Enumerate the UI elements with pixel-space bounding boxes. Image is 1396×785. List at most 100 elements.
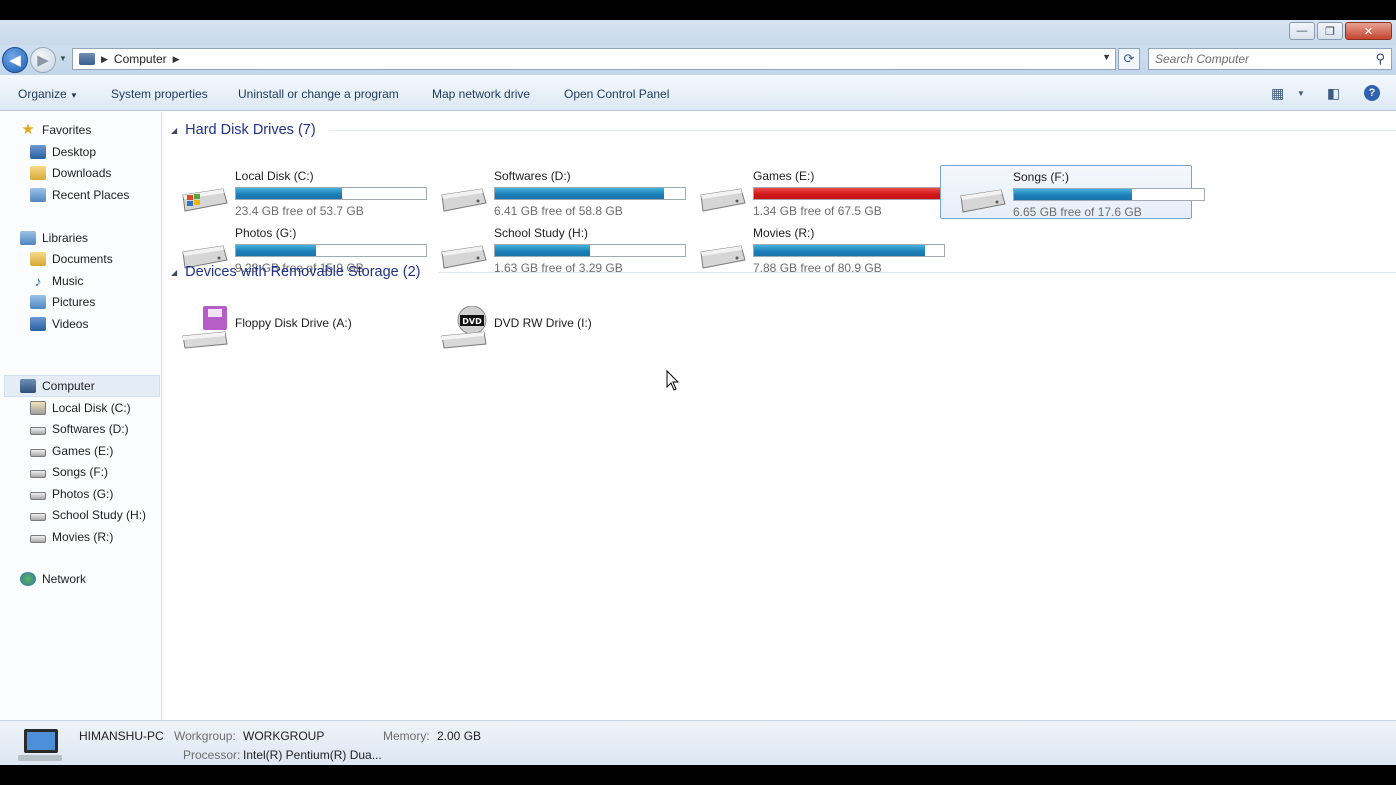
device-floppy-drive[interactable]: Floppy Disk Drive (A:) xyxy=(163,296,415,350)
maximize-button[interactable]: ❐ xyxy=(1317,22,1343,40)
nav-drive-f[interactable]: Songs (F:) xyxy=(30,462,108,482)
uninstall-program-button[interactable]: Uninstall or change a program xyxy=(238,87,399,101)
nav-libraries[interactable]: Libraries xyxy=(20,228,88,248)
nav-label: Pictures xyxy=(52,295,96,309)
minimize-button[interactable]: — xyxy=(1289,22,1315,40)
libraries-icon xyxy=(20,231,36,245)
computer-icon xyxy=(79,53,95,65)
address-bar[interactable]: ▶ Computer ▶ ▼ xyxy=(72,48,1116,70)
chevron-down-icon[interactable]: ▼ xyxy=(1297,89,1305,98)
drive-tile-h[interactable]: School Study (H:) 1.63 GB free of 3.29 GB xyxy=(422,222,686,276)
breadcrumb-separator-icon[interactable]: ▶ xyxy=(101,54,108,65)
back-arrow-icon: ◀ xyxy=(9,52,21,69)
forward-button[interactable]: ▶ xyxy=(30,47,56,73)
nav-drive-h[interactable]: School Study (H:) xyxy=(30,505,146,525)
computer-icon xyxy=(20,379,36,393)
nav-label: Local Disk (C:) xyxy=(52,401,131,415)
nav-computer[interactable]: Computer xyxy=(20,376,95,396)
music-icon: ♪ xyxy=(34,273,42,289)
group-title: Hard Disk Drives (7) xyxy=(185,122,316,138)
nav-videos[interactable]: Videos xyxy=(30,314,88,334)
open-control-panel-button[interactable]: Open Control Panel xyxy=(564,87,669,101)
address-dropdown-icon[interactable]: ▼ xyxy=(1102,52,1111,62)
recent-places-icon xyxy=(30,188,46,202)
preview-pane-icon[interactable]: ◧ xyxy=(1327,85,1340,102)
drive-tile-d[interactable]: Softwares (D:) 6.41 GB free of 58.8 GB xyxy=(422,165,686,219)
nav-music[interactable]: ♪ Music xyxy=(30,271,84,291)
breadcrumb-separator-icon[interactable]: ▶ xyxy=(173,54,180,65)
mouse-cursor-icon xyxy=(666,370,680,391)
close-button[interactable]: ✕ xyxy=(1345,22,1392,40)
nav-documents[interactable]: Documents xyxy=(30,249,113,269)
drive-name: Softwares (D:) xyxy=(494,169,571,183)
drive-name: Local Disk (C:) xyxy=(235,169,314,183)
nav-recent-places[interactable]: Recent Places xyxy=(30,185,129,205)
explorer-window: — ❐ ✕ ◀ ▶ ▼ ▶ Computer ▶ ▼ ⟳ ⚲ Organize … xyxy=(0,20,1396,765)
system-drive-icon xyxy=(182,188,228,212)
device-dvd-drive[interactable]: DVD DVD RW Drive (I:) xyxy=(422,296,674,350)
system-properties-button[interactable]: System properties xyxy=(111,87,208,101)
documents-icon xyxy=(30,252,46,266)
nav-drive-e[interactable]: Games (E:) xyxy=(30,441,113,461)
videos-icon xyxy=(30,317,46,331)
hard-drive-icon xyxy=(960,189,1006,213)
search-icon[interactable]: ⚲ xyxy=(1375,51,1385,67)
recent-pages-dropdown[interactable]: ▼ xyxy=(59,54,67,63)
drive-usage-fill xyxy=(236,245,316,256)
chevron-down-icon: ▼ xyxy=(70,91,78,100)
nav-label: Games (E:) xyxy=(52,444,114,458)
memory-label: Memory: xyxy=(383,729,430,743)
nav-network[interactable]: Network xyxy=(20,569,86,589)
back-button[interactable]: ◀ xyxy=(2,47,28,73)
collapse-triangle-icon[interactable]: ◢ xyxy=(171,268,177,277)
hard-drive-icon xyxy=(30,449,46,457)
processor-value: Intel(R) Pentium(R) Dua... xyxy=(243,748,382,762)
nav-drive-r[interactable]: Movies (R:) xyxy=(30,527,113,547)
downloads-folder-icon xyxy=(30,166,46,180)
refresh-icon: ⟳ xyxy=(1123,51,1135,66)
drive-name: Photos (G:) xyxy=(235,226,297,240)
drive-usage-fill xyxy=(236,188,343,199)
nav-drive-c[interactable]: Local Disk (C:) xyxy=(30,398,131,418)
nav-label: Music xyxy=(52,274,84,288)
nav-pictures[interactable]: Pictures xyxy=(30,292,95,312)
map-network-drive-button[interactable]: Map network drive xyxy=(432,87,530,101)
hard-drive-icon xyxy=(30,535,46,543)
desktop-icon xyxy=(30,145,46,159)
workgroup-label: Workgroup: xyxy=(174,729,236,743)
nav-label: Computer xyxy=(42,379,95,393)
drive-tile-f[interactable]: Songs (F:) 6.65 GB free of 17.6 GB xyxy=(940,165,1205,219)
drive-usage-fill xyxy=(754,188,941,199)
refresh-button[interactable]: ⟳ xyxy=(1118,48,1140,70)
group-title: Devices with Removable Storage (2) xyxy=(185,264,421,280)
hard-drive-icon xyxy=(441,245,487,269)
hard-drive-icon xyxy=(30,513,46,521)
collapse-triangle-icon[interactable]: ◢ xyxy=(171,126,177,135)
search-input[interactable] xyxy=(1155,51,1365,67)
nav-favorites[interactable]: ★ Favorites xyxy=(20,120,91,140)
nav-label: Network xyxy=(42,572,87,586)
drive-usage-bar xyxy=(235,187,427,200)
drive-usage-bar xyxy=(753,187,945,200)
organize-button[interactable]: Organize ▼ xyxy=(18,87,78,101)
forward-arrow-icon: ▶ xyxy=(37,52,49,69)
drive-tile-r[interactable]: Movies (R:) 7.88 GB free of 80.9 GB xyxy=(681,222,945,276)
organize-label: Organize xyxy=(18,87,67,101)
search-box[interactable]: ⚲ xyxy=(1148,48,1392,70)
nav-downloads[interactable]: Downloads xyxy=(30,163,111,183)
breadcrumb-computer[interactable]: Computer xyxy=(114,52,167,66)
group-divider xyxy=(438,272,1396,273)
nav-drive-d[interactable]: Softwares (D:) xyxy=(30,419,129,439)
pc-name: HIMANSHU-PC xyxy=(79,729,164,743)
drive-tile-e[interactable]: Games (E:) 1.34 GB free of 67.5 GB xyxy=(681,165,945,219)
group-removable-storage[interactable]: ◢ Devices with Removable Storage (2) xyxy=(171,262,420,282)
group-hard-disk-drives[interactable]: ◢ Hard Disk Drives (7) xyxy=(171,120,316,140)
pictures-icon xyxy=(30,295,46,309)
hard-drive-icon xyxy=(700,245,746,269)
nav-desktop[interactable]: Desktop xyxy=(30,142,96,162)
help-icon[interactable]: ? xyxy=(1364,85,1380,101)
drive-tile-c[interactable]: Local Disk (C:) 23.4 GB free of 53.7 GB xyxy=(163,165,427,219)
nav-drive-g[interactable]: Photos (G:) xyxy=(30,484,113,504)
nav-label: Songs (F:) xyxy=(52,465,109,479)
view-options-icon[interactable]: ▦ xyxy=(1271,85,1284,102)
